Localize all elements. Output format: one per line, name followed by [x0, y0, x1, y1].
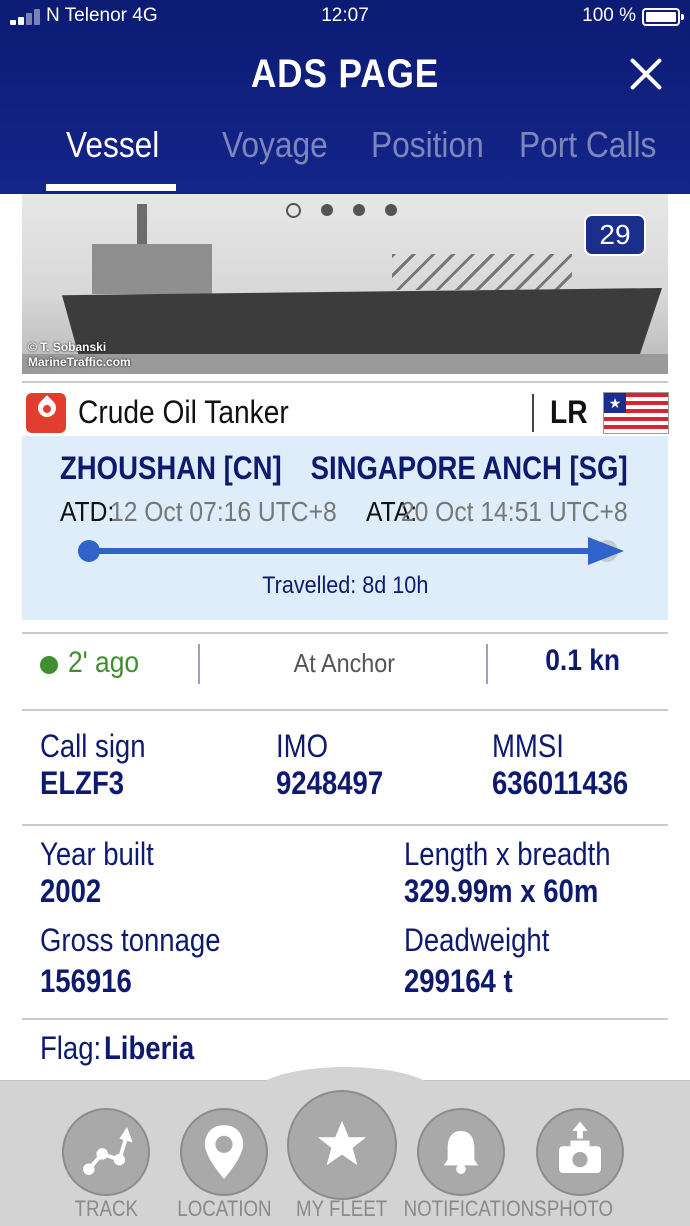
- notifications-button[interactable]: [417, 1108, 505, 1196]
- voyage-summary[interactable]: ZHOUSHAN [CN] SINGAPORE ANCH [SG] ATD: 1…: [22, 436, 668, 620]
- last-update: 2' ago: [68, 646, 140, 679]
- vessel-type: Crude Oil Tanker: [78, 394, 289, 430]
- divider: [22, 381, 668, 383]
- photo-count-badge[interactable]: 29: [584, 214, 646, 256]
- battery-percent: 100 %: [582, 5, 636, 26]
- photo-pagination[interactable]: [286, 203, 417, 218]
- pagination-dot[interactable]: [321, 204, 333, 216]
- photo-button[interactable]: [536, 1108, 624, 1196]
- active-tab-indicator: [46, 184, 176, 191]
- photo-label: PHOTO: [546, 1196, 614, 1221]
- photo-credit-source: MarineTraffic.com: [28, 355, 131, 369]
- deadweight-value: 299164 t: [404, 963, 513, 999]
- liberia-flag-icon: ★: [603, 392, 669, 434]
- voyage-progress-line: [88, 548, 608, 554]
- ata-value: 20 Oct 14:51 UTC+8: [401, 496, 628, 527]
- divider: [486, 644, 488, 684]
- track-button[interactable]: [62, 1108, 150, 1196]
- divider: [22, 824, 668, 826]
- vessel-photo[interactable]: 29 © T. Sobanski MarineTraffic.com: [22, 194, 668, 374]
- flag-value: Liberia: [104, 1030, 195, 1066]
- mmsi-label: MMSI: [492, 728, 564, 764]
- pagination-dot[interactable]: [353, 204, 365, 216]
- close-icon[interactable]: [628, 56, 664, 92]
- atd-label: ATD:: [60, 496, 115, 527]
- header: N Telenor 4G 12:07 100 % ADS PAGE Vessel…: [0, 0, 690, 194]
- tab-vessel[interactable]: Vessel: [66, 124, 159, 166]
- camera-upload-icon: [559, 1121, 601, 1173]
- divider: [532, 394, 534, 432]
- tab-voyage[interactable]: Voyage: [222, 124, 328, 166]
- oil-drop-icon: [26, 393, 66, 433]
- battery-icon: [642, 8, 684, 26]
- bell-icon: [443, 1131, 479, 1174]
- pagination-dot[interactable]: [286, 203, 301, 218]
- pagination-dot[interactable]: [385, 204, 397, 216]
- imo-value: 9248497: [276, 765, 384, 801]
- tab-position[interactable]: Position: [371, 124, 484, 166]
- speed: 0.1 kn: [545, 644, 620, 677]
- vessel-position-arrow-icon: [588, 537, 624, 565]
- deadweight-label: Deadweight: [404, 922, 550, 958]
- year-built-label: Year built: [40, 836, 154, 872]
- location-button[interactable]: [180, 1108, 268, 1196]
- navigation-status: At Anchor: [293, 648, 395, 678]
- status-bar: N Telenor 4G 12:07 100 %: [0, 0, 690, 34]
- divider: [22, 632, 668, 634]
- tab-port-calls[interactable]: Port Calls: [519, 124, 656, 166]
- length-breadth-value: 329.99m x 60m: [404, 873, 599, 909]
- departure-port[interactable]: ZHOUSHAN [CN]: [60, 450, 282, 487]
- year-built-value: 2002: [40, 873, 102, 909]
- photo-credit: © T. Sobanski MarineTraffic.com: [28, 340, 131, 370]
- track-icon: [83, 1127, 133, 1175]
- flag-label: Flag:: [40, 1030, 102, 1066]
- my-fleet-button[interactable]: [287, 1090, 397, 1200]
- page-title: ADS PAGE: [250, 52, 440, 96]
- length-breadth-label: Length x breadth: [404, 836, 611, 872]
- travelled-time: Travelled: 8d 10h: [261, 572, 429, 599]
- arrival-port[interactable]: SINGAPORE ANCH [SG]: [311, 450, 628, 487]
- atd-value: 12 Oct 07:16 UTC+8: [110, 496, 337, 527]
- online-status-icon: [40, 656, 58, 674]
- location-pin-icon: [204, 1125, 244, 1179]
- star-icon: [317, 1120, 367, 1166]
- divider: [22, 1018, 668, 1020]
- divider: [22, 709, 668, 711]
- flag-code: LR: [550, 394, 588, 430]
- origin-marker: [78, 540, 100, 562]
- photo-credit-author: © T. Sobanski: [28, 340, 107, 354]
- gross-tonnage-value: 156916: [40, 963, 132, 999]
- call-sign-label: Call sign: [40, 728, 146, 764]
- call-sign-value: ELZF3: [40, 765, 125, 801]
- imo-label: IMO: [276, 728, 328, 764]
- gross-tonnage-label: Gross tonnage: [40, 922, 221, 958]
- mmsi-value: 636011436: [492, 765, 629, 801]
